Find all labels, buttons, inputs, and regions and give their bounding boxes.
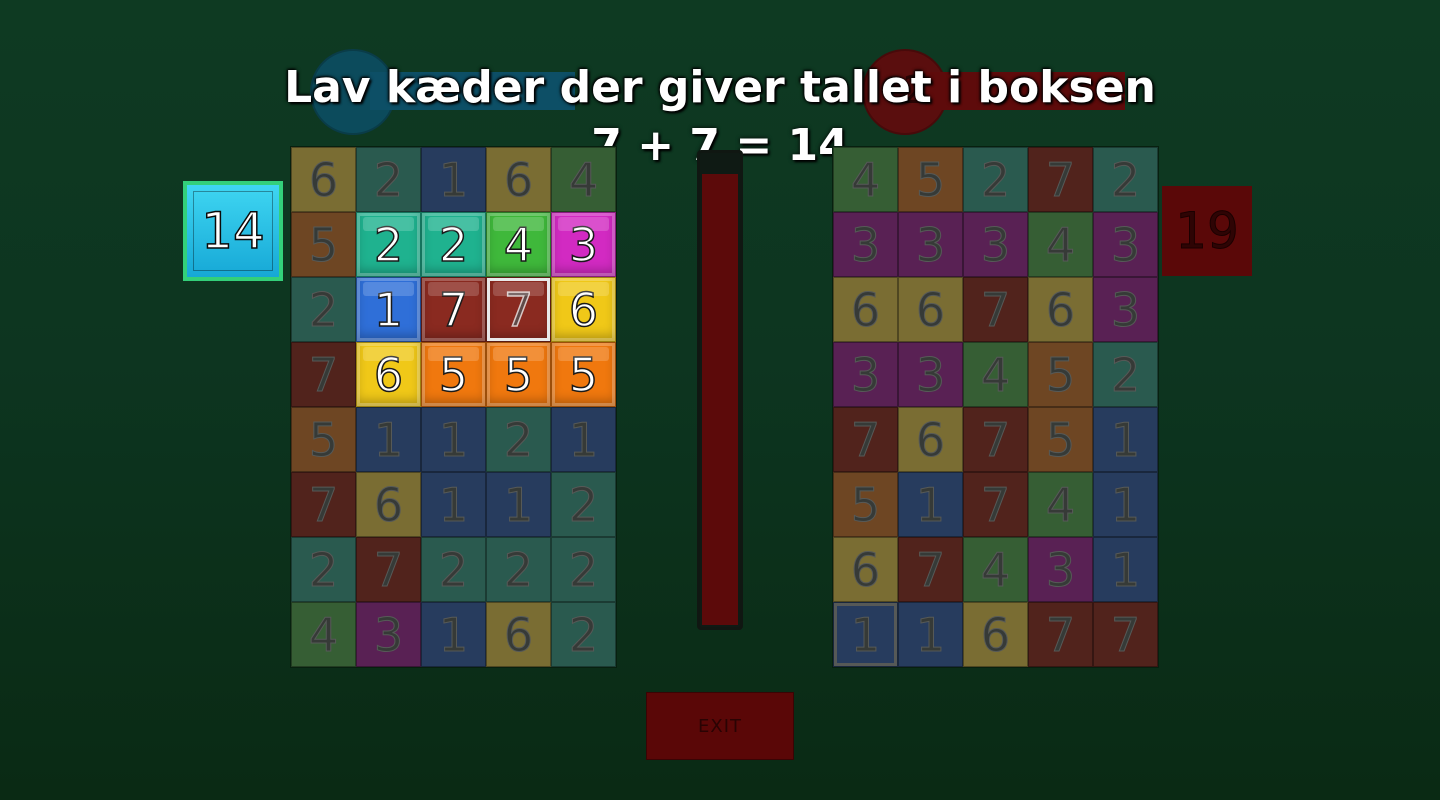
board-tile[interactable]: 2 [421, 212, 486, 277]
board-tile[interactable]: 6 [833, 537, 898, 602]
right-board: 4527233343667633345276751517416743111677 [832, 146, 1159, 668]
board-tile[interactable]: 3 [551, 212, 616, 277]
board-tile[interactable]: 2 [291, 537, 356, 602]
board-tile[interactable]: 7 [963, 407, 1028, 472]
board-tile[interactable]: 7 [1028, 602, 1093, 667]
board-tile[interactable]: 4 [1028, 472, 1093, 537]
board-tile[interactable]: 3 [1093, 212, 1158, 277]
board-tile[interactable]: 6 [486, 602, 551, 667]
board-tile[interactable]: 2 [963, 147, 1028, 212]
board-tile[interactable]: 1 [1093, 472, 1158, 537]
board-tile[interactable]: 5 [486, 342, 551, 407]
right-target-value: 19 [1175, 202, 1240, 261]
board-tile[interactable]: 2 [1093, 342, 1158, 407]
board-tile[interactable]: 5 [421, 342, 486, 407]
board-tile[interactable]: 1 [551, 407, 616, 472]
board-tile[interactable]: 2 [356, 147, 421, 212]
board-tile[interactable]: 4 [963, 342, 1028, 407]
board-tile[interactable]: 4 [833, 147, 898, 212]
board-tile[interactable]: 6 [898, 277, 963, 342]
board-tile[interactable]: 7 [1093, 602, 1158, 667]
board-tile[interactable]: 6 [833, 277, 898, 342]
board-tile[interactable]: 5 [291, 212, 356, 277]
board-tile[interactable]: 3 [1028, 537, 1093, 602]
board-tile[interactable]: 2 [551, 537, 616, 602]
timer-bar [697, 150, 743, 630]
board-tile[interactable]: 6 [356, 342, 421, 407]
board-tile[interactable]: 2 [356, 212, 421, 277]
board-tile[interactable]: 7 [356, 537, 421, 602]
board-tile[interactable]: 2 [551, 472, 616, 537]
board-tile[interactable]: 4 [963, 537, 1028, 602]
board-tile[interactable]: 7 [898, 537, 963, 602]
board-tile[interactable]: 7 [963, 472, 1028, 537]
board-tile[interactable]: 5 [1028, 342, 1093, 407]
board-tile[interactable]: 2 [291, 277, 356, 342]
board-tile[interactable]: 2 [421, 537, 486, 602]
board-tile[interactable]: 1 [898, 472, 963, 537]
board-tile[interactable]: 6 [1028, 277, 1093, 342]
board-tile[interactable]: 3 [898, 212, 963, 277]
exit-button[interactable]: EXIT [646, 692, 794, 760]
board-tile[interactable]: 5 [833, 472, 898, 537]
board-tile[interactable]: 2 [486, 537, 551, 602]
board-tile[interactable]: 7 [1028, 147, 1093, 212]
board-tile[interactable]: 3 [898, 342, 963, 407]
board-tile[interactable]: 6 [963, 602, 1028, 667]
board-tile[interactable]: 5 [551, 342, 616, 407]
board-tile[interactable]: 6 [486, 147, 551, 212]
right-target-box: 19 [1162, 186, 1252, 276]
board-tile[interactable]: 7 [291, 342, 356, 407]
board-tile[interactable]: 2 [486, 407, 551, 472]
left-board: 6216452243217767655551121761122722243162 [290, 146, 617, 668]
board-tile[interactable]: 5 [1028, 407, 1093, 472]
board-tile[interactable]: 7 [486, 277, 551, 342]
board-tile[interactable]: 2 [1093, 147, 1158, 212]
board-tile[interactable]: 2 [551, 602, 616, 667]
board-tile[interactable]: 6 [356, 472, 421, 537]
board-tile[interactable]: 1 [356, 277, 421, 342]
board-tile[interactable]: 4 [291, 602, 356, 667]
board-tile[interactable]: 1 [421, 407, 486, 472]
instruction-title: Lav kæder der giver tallet i boksen [284, 62, 1156, 113]
board-tile[interactable]: 1 [898, 602, 963, 667]
board-tile[interactable]: 5 [898, 147, 963, 212]
board-tile[interactable]: 1 [356, 407, 421, 472]
board-tile[interactable]: 1 [486, 472, 551, 537]
game-stage: 2 Lav kæder der giver tallet i boksen 7 … [0, 0, 1440, 800]
left-target-box: 14 [183, 181, 283, 281]
board-tile[interactable]: 4 [1028, 212, 1093, 277]
left-target-inner [193, 191, 273, 271]
board-tile[interactable]: 1 [1093, 537, 1158, 602]
board-tile[interactable]: 4 [486, 212, 551, 277]
board-tile[interactable]: 1 [833, 602, 898, 667]
board-tile[interactable]: 3 [833, 212, 898, 277]
board-tile[interactable]: 7 [963, 277, 1028, 342]
board-tile[interactable]: 7 [421, 277, 486, 342]
board-tile[interactable]: 1 [421, 147, 486, 212]
board-tile[interactable]: 6 [898, 407, 963, 472]
board-tile[interactable]: 3 [833, 342, 898, 407]
board-tile[interactable]: 1 [1093, 407, 1158, 472]
board-tile[interactable]: 1 [421, 472, 486, 537]
board-tile[interactable]: 6 [291, 147, 356, 212]
timer-fill [702, 173, 738, 625]
board-tile[interactable]: 3 [963, 212, 1028, 277]
board-tile[interactable]: 5 [291, 407, 356, 472]
board-tile[interactable]: 3 [356, 602, 421, 667]
board-tile[interactable]: 4 [551, 147, 616, 212]
board-tile[interactable]: 7 [291, 472, 356, 537]
board-tile[interactable]: 1 [421, 602, 486, 667]
exit-button-label: EXIT [697, 715, 742, 737]
board-tile[interactable]: 3 [1093, 277, 1158, 342]
board-tile[interactable]: 6 [551, 277, 616, 342]
board-tile[interactable]: 7 [833, 407, 898, 472]
